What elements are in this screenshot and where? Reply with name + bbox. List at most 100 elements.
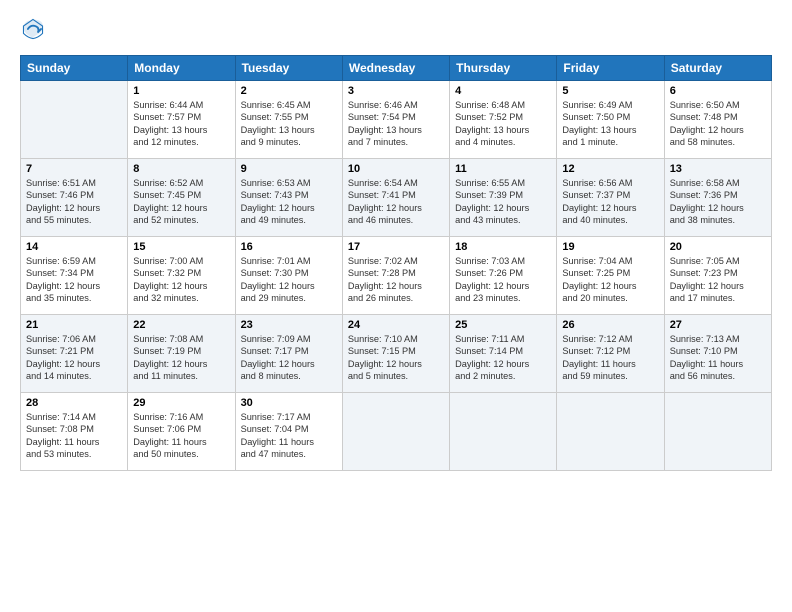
day-number: 4 bbox=[455, 85, 551, 97]
day-info: Sunrise: 7:13 AM Sunset: 7:10 PM Dayligh… bbox=[670, 333, 766, 383]
day-cell: 25 Sunrise: 7:11 AM Sunset: 7:14 PM Dayli… bbox=[450, 315, 557, 393]
day-number: 3 bbox=[348, 85, 444, 97]
day-number: 8 bbox=[133, 163, 229, 175]
day-info: Sunrise: 7:10 AM Sunset: 7:15 PM Dayligh… bbox=[348, 333, 444, 383]
day-info: Sunrise: 6:44 AM Sunset: 7:57 PM Dayligh… bbox=[133, 99, 229, 149]
day-info: Sunrise: 7:11 AM Sunset: 7:14 PM Dayligh… bbox=[455, 333, 551, 383]
week-row-3: 14 Sunrise: 6:59 AM Sunset: 7:34 PM Dayli… bbox=[21, 237, 772, 315]
day-cell: 2 Sunrise: 6:45 AM Sunset: 7:55 PM Daylig… bbox=[235, 81, 342, 159]
day-info: Sunrise: 7:17 AM Sunset: 7:04 PM Dayligh… bbox=[241, 411, 337, 461]
day-info: Sunrise: 7:14 AM Sunset: 7:08 PM Dayligh… bbox=[26, 411, 122, 461]
day-number: 14 bbox=[26, 241, 122, 253]
day-cell bbox=[342, 393, 449, 471]
day-number: 27 bbox=[670, 319, 766, 331]
day-info: Sunrise: 7:16 AM Sunset: 7:06 PM Dayligh… bbox=[133, 411, 229, 461]
day-info: Sunrise: 6:49 AM Sunset: 7:50 PM Dayligh… bbox=[562, 99, 658, 149]
day-cell: 5 Sunrise: 6:49 AM Sunset: 7:50 PM Daylig… bbox=[557, 81, 664, 159]
day-cell: 4 Sunrise: 6:48 AM Sunset: 7:52 PM Daylig… bbox=[450, 81, 557, 159]
day-number: 19 bbox=[562, 241, 658, 253]
logo bbox=[20, 18, 44, 45]
day-number: 2 bbox=[241, 85, 337, 97]
day-cell: 24 Sunrise: 7:10 AM Sunset: 7:15 PM Dayli… bbox=[342, 315, 449, 393]
day-number: 7 bbox=[26, 163, 122, 175]
col-header-saturday: Saturday bbox=[664, 56, 771, 81]
calendar: SundayMondayTuesdayWednesdayThursdayFrid… bbox=[20, 55, 772, 471]
day-cell: 3Sunrise: 6:46 AM Sunset: 7:54 PM Daylig… bbox=[342, 81, 449, 159]
week-row-2: 7 Sunrise: 6:51 AM Sunset: 7:46 PM Daylig… bbox=[21, 159, 772, 237]
day-number: 9 bbox=[241, 163, 337, 175]
day-number: 16 bbox=[241, 241, 337, 253]
day-number: 30 bbox=[241, 397, 337, 409]
day-cell: 21Sunrise: 7:06 AM Sunset: 7:21 PM Dayli… bbox=[21, 315, 128, 393]
day-info: Sunrise: 6:51 AM Sunset: 7:46 PM Dayligh… bbox=[26, 177, 122, 227]
day-cell: 6Sunrise: 6:50 AM Sunset: 7:48 PM Daylig… bbox=[664, 81, 771, 159]
col-header-sunday: Sunday bbox=[21, 56, 128, 81]
day-cell bbox=[557, 393, 664, 471]
day-info: Sunrise: 7:05 AM Sunset: 7:23 PM Dayligh… bbox=[670, 255, 766, 305]
day-cell: 15 Sunrise: 7:00 AM Sunset: 7:32 PM Dayli… bbox=[128, 237, 235, 315]
day-cell bbox=[21, 81, 128, 159]
col-header-friday: Friday bbox=[557, 56, 664, 81]
day-cell: 20 Sunrise: 7:05 AM Sunset: 7:23 PM Dayli… bbox=[664, 237, 771, 315]
day-cell: 19 Sunrise: 7:04 AM Sunset: 7:25 PM Dayli… bbox=[557, 237, 664, 315]
col-header-wednesday: Wednesday bbox=[342, 56, 449, 81]
day-number: 10 bbox=[348, 163, 444, 175]
day-number: 13 bbox=[670, 163, 766, 175]
day-cell: 27 Sunrise: 7:13 AM Sunset: 7:10 PM Dayli… bbox=[664, 315, 771, 393]
day-number: 12 bbox=[562, 163, 658, 175]
day-info: Sunrise: 6:54 AM Sunset: 7:41 PM Dayligh… bbox=[348, 177, 444, 227]
day-info: Sunrise: 7:00 AM Sunset: 7:32 PM Dayligh… bbox=[133, 255, 229, 305]
day-number: 25 bbox=[455, 319, 551, 331]
day-number: 1 bbox=[133, 85, 229, 97]
day-info: Sunrise: 6:52 AM Sunset: 7:45 PM Dayligh… bbox=[133, 177, 229, 227]
day-info: Sunrise: 7:04 AM Sunset: 7:25 PM Dayligh… bbox=[562, 255, 658, 305]
day-info: Sunrise: 7:12 AM Sunset: 7:12 PM Dayligh… bbox=[562, 333, 658, 383]
day-info: Sunrise: 7:02 AM Sunset: 7:28 PM Dayligh… bbox=[348, 255, 444, 305]
day-number: 20 bbox=[670, 241, 766, 253]
week-row-4: 21Sunrise: 7:06 AM Sunset: 7:21 PM Dayli… bbox=[21, 315, 772, 393]
col-header-thursday: Thursday bbox=[450, 56, 557, 81]
day-cell bbox=[664, 393, 771, 471]
day-cell: 22 Sunrise: 7:08 AM Sunset: 7:19 PM Dayli… bbox=[128, 315, 235, 393]
day-number: 24 bbox=[348, 319, 444, 331]
day-cell: 14 Sunrise: 6:59 AM Sunset: 7:34 PM Dayli… bbox=[21, 237, 128, 315]
day-cell bbox=[450, 393, 557, 471]
logo-icon bbox=[22, 18, 44, 40]
day-cell: 16 Sunrise: 7:01 AM Sunset: 7:30 PM Dayli… bbox=[235, 237, 342, 315]
day-info: Sunrise: 7:01 AM Sunset: 7:30 PM Dayligh… bbox=[241, 255, 337, 305]
week-row-1: 1 Sunrise: 6:44 AM Sunset: 7:57 PM Daylig… bbox=[21, 81, 772, 159]
day-cell: 8 Sunrise: 6:52 AM Sunset: 7:45 PM Daylig… bbox=[128, 159, 235, 237]
day-info: Sunrise: 7:06 AM Sunset: 7:21 PM Dayligh… bbox=[26, 333, 122, 383]
day-number: 28 bbox=[26, 397, 122, 409]
day-number: 15 bbox=[133, 241, 229, 253]
week-row-5: 28 Sunrise: 7:14 AM Sunset: 7:08 PM Dayli… bbox=[21, 393, 772, 471]
day-info: Sunrise: 6:59 AM Sunset: 7:34 PM Dayligh… bbox=[26, 255, 122, 305]
day-cell: 1 Sunrise: 6:44 AM Sunset: 7:57 PM Daylig… bbox=[128, 81, 235, 159]
day-info: Sunrise: 6:48 AM Sunset: 7:52 PM Dayligh… bbox=[455, 99, 551, 149]
day-cell: 18Sunrise: 7:03 AM Sunset: 7:26 PM Dayli… bbox=[450, 237, 557, 315]
day-cell: 23Sunrise: 7:09 AM Sunset: 7:17 PM Dayli… bbox=[235, 315, 342, 393]
day-cell: 11 Sunrise: 6:55 AM Sunset: 7:39 PM Dayli… bbox=[450, 159, 557, 237]
day-info: Sunrise: 6:55 AM Sunset: 7:39 PM Dayligh… bbox=[455, 177, 551, 227]
day-number: 18 bbox=[455, 241, 551, 253]
day-cell: 9 Sunrise: 6:53 AM Sunset: 7:43 PM Daylig… bbox=[235, 159, 342, 237]
day-info: Sunrise: 6:58 AM Sunset: 7:36 PM Dayligh… bbox=[670, 177, 766, 227]
day-number: 29 bbox=[133, 397, 229, 409]
day-cell: 30 Sunrise: 7:17 AM Sunset: 7:04 PM Dayli… bbox=[235, 393, 342, 471]
day-info: Sunrise: 6:45 AM Sunset: 7:55 PM Dayligh… bbox=[241, 99, 337, 149]
page: SundayMondayTuesdayWednesdayThursdayFrid… bbox=[0, 0, 792, 612]
day-cell: 13 Sunrise: 6:58 AM Sunset: 7:36 PM Dayli… bbox=[664, 159, 771, 237]
day-number: 11 bbox=[455, 163, 551, 175]
day-number: 17 bbox=[348, 241, 444, 253]
day-number: 5 bbox=[562, 85, 658, 97]
day-cell: 28 Sunrise: 7:14 AM Sunset: 7:08 PM Dayli… bbox=[21, 393, 128, 471]
day-info: Sunrise: 6:50 AM Sunset: 7:48 PM Dayligh… bbox=[670, 99, 766, 149]
day-number: 22 bbox=[133, 319, 229, 331]
header bbox=[20, 18, 772, 45]
day-info: Sunrise: 7:08 AM Sunset: 7:19 PM Dayligh… bbox=[133, 333, 229, 383]
day-cell: 26 Sunrise: 7:12 AM Sunset: 7:12 PM Dayli… bbox=[557, 315, 664, 393]
day-info: Sunrise: 6:53 AM Sunset: 7:43 PM Dayligh… bbox=[241, 177, 337, 227]
col-header-tuesday: Tuesday bbox=[235, 56, 342, 81]
day-cell: 29 Sunrise: 7:16 AM Sunset: 7:06 PM Dayli… bbox=[128, 393, 235, 471]
day-number: 26 bbox=[562, 319, 658, 331]
